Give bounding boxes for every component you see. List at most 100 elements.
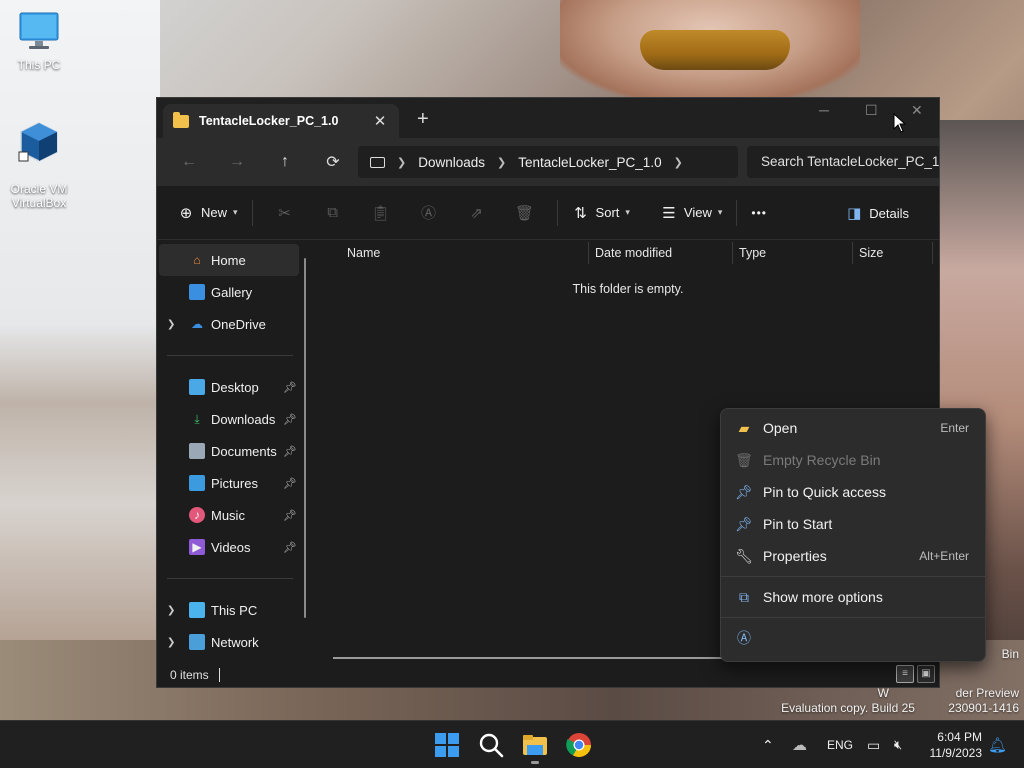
show-hidden-icons-button[interactable]: ⌃ — [762, 721, 774, 768]
volume-tray-icon[interactable]: 🔇︎ — [894, 721, 902, 768]
sidebar-item-desktop[interactable]: Desktop 📌︎ — [157, 371, 307, 403]
rename-icon[interactable]: Ⓐ — [405, 202, 453, 223]
sidebar-item-videos[interactable]: ▶ Videos 📌︎ — [157, 531, 307, 563]
chevron-right-icon[interactable]: ❯ — [674, 156, 683, 169]
forward-button[interactable]: → — [217, 146, 257, 178]
this-pc-icon[interactable] — [370, 156, 385, 168]
notifications-button[interactable]: 🔔︎ — [988, 721, 1007, 768]
details-button[interactable]: ◨ Details — [839, 197, 915, 229]
refresh-button[interactable]: ⟳ — [313, 146, 353, 178]
copy-icon[interactable]: ⧉ — [309, 204, 357, 221]
documents-icon — [189, 443, 205, 459]
column-divider[interactable] — [732, 242, 733, 264]
start-button[interactable] — [433, 731, 461, 759]
details-view-icon[interactable]: ≡ — [896, 665, 914, 683]
wrench-icon: 🔧︎ — [735, 547, 753, 564]
sidebar-item-label: This PC — [211, 602, 258, 618]
menu-item-label: Empty Recycle Bin — [763, 452, 881, 468]
tab-close-icon[interactable]: ✕ — [371, 112, 389, 130]
language-indicator[interactable]: ENG — [827, 721, 853, 768]
menu-item-open[interactable]: ▰ Open Enter — [721, 412, 985, 444]
network-tray-icon[interactable]: ▭ — [867, 721, 880, 768]
maximize-button[interactable]: ☐ — [865, 102, 878, 119]
status-bar: 0 items ≡ ▣ — [157, 663, 939, 687]
sidebar-item-label: Desktop — [211, 379, 259, 395]
sort-button[interactable]: ⇅ Sort ▾ — [566, 197, 636, 229]
chevron-right-icon[interactable]: ❯ — [397, 156, 406, 169]
cloud-offline-icon: ☁ — [792, 737, 807, 754]
tab-tentaclelocker[interactable]: TentacleLocker_PC_1.0 ✕ — [163, 104, 399, 138]
new-button[interactable]: ⊕ New ▾ — [171, 197, 244, 229]
more-options-button[interactable]: ••• — [745, 197, 773, 229]
title-bar[interactable]: TentacleLocker_PC_1.0 ✕ + ─ ☐ ✕ — [157, 98, 939, 138]
horizontal-scrollbar[interactable] — [333, 657, 733, 659]
cut-icon[interactable]: ✂ — [261, 204, 309, 222]
menu-item-rename-icon-row[interactable]: Ⓐ — [721, 622, 985, 654]
menu-item-pin-to-start[interactable]: 📌︎ Pin to Start — [721, 508, 985, 540]
home-icon: ⌂ — [193, 253, 201, 267]
running-indicator — [531, 761, 539, 764]
breadcrumb-tentaclelocker[interactable]: TentacleLocker_PC_1.0 — [518, 155, 661, 170]
view-button[interactable]: ☰ View ▾ — [654, 197, 728, 229]
desktop-icon-virtualbox[interactable]: Oracle VM VirtualBox — [1, 106, 77, 210]
clock[interactable]: 6:04 PM 11/9/2023 — [930, 729, 983, 761]
chevron-right-icon[interactable]: ❯ — [167, 637, 175, 648]
delete-icon[interactable]: 🗑︎ — [501, 204, 549, 222]
sidebar-scrollbar[interactable] — [304, 258, 306, 618]
column-divider[interactable] — [852, 242, 853, 264]
plus-circle-icon: ⊕ — [179, 204, 193, 222]
more-options-icon: ⧉ — [739, 588, 749, 605]
clock-time: 6:04 PM — [937, 730, 982, 744]
column-size[interactable]: Size — [859, 246, 883, 260]
column-divider[interactable] — [932, 242, 933, 264]
chevron-right-icon[interactable]: ❯ — [497, 156, 506, 169]
menu-divider — [721, 617, 985, 618]
sidebar-item-pictures[interactable]: Pictures 📌︎ — [157, 467, 307, 499]
chrome-icon[interactable] — [565, 731, 593, 759]
sidebar-item-this-pc[interactable]: ❯ This PC — [157, 594, 307, 626]
rename-icon[interactable]: Ⓐ — [735, 628, 753, 648]
column-date-modified[interactable]: Date modified — [595, 246, 672, 260]
chevron-right-icon[interactable]: ❯ — [167, 605, 175, 616]
sidebar-item-downloads[interactable]: ⤓ Downloads 📌︎ — [157, 403, 307, 435]
new-tab-button[interactable]: + — [417, 108, 429, 131]
view-label: View — [683, 205, 712, 220]
details-label: Details — [869, 205, 909, 221]
sidebar-item-documents[interactable]: Documents 📌︎ — [157, 435, 307, 467]
large-icons-view-icon[interactable]: ▣ — [917, 665, 935, 683]
sidebar-item-music[interactable]: ♪ Music 📌︎ — [157, 499, 307, 531]
chevron-right-icon[interactable]: ❯ — [167, 319, 175, 330]
breadcrumb[interactable]: ❯ Downloads ❯ TentacleLocker_PC_1.0 ❯ — [358, 146, 738, 178]
sidebar-item-gallery[interactable]: Gallery — [157, 276, 307, 308]
bell-icon: 🔔︎ — [988, 737, 1008, 754]
sidebar-item-onedrive[interactable]: ❯ ☁ OneDrive — [157, 308, 307, 340]
pin-icon: 📌︎ — [283, 445, 297, 458]
language-label: ENG — [827, 738, 854, 752]
recycle-bin-label: Bin — [1001, 647, 1019, 661]
desktop-icon-label: This PC — [17, 58, 61, 72]
column-divider[interactable] — [588, 242, 589, 264]
close-button[interactable]: ✕ — [911, 102, 923, 119]
sidebar-item-network[interactable]: ❯ Network — [157, 626, 307, 658]
menu-item-empty-recycle-bin[interactable]: 🗑︎ Empty Recycle Bin — [721, 444, 985, 476]
paste-icon[interactable]: 📋︎ — [357, 204, 405, 222]
share-icon[interactable]: ⇗ — [453, 204, 501, 222]
watermark-line-2: Evaluation copy. Build 25 230901-1416 — [781, 701, 1019, 715]
column-type[interactable]: Type — [739, 246, 766, 260]
back-button[interactable]: ← — [169, 146, 209, 178]
onedrive-tray-icon[interactable]: ☁ — [792, 721, 807, 768]
search-icon[interactable] — [477, 731, 505, 759]
pin-icon: 📌︎ — [283, 413, 297, 426]
file-explorer-icon[interactable] — [521, 731, 549, 759]
sidebar-item-home[interactable]: ⌂ Home — [159, 244, 299, 276]
menu-item-pin-quick-access[interactable]: 📌︎ Pin to Quick access — [721, 476, 985, 508]
minimize-button[interactable]: ─ — [819, 102, 829, 118]
menu-item-show-more-options[interactable]: ⧉ Show more options — [721, 581, 985, 613]
desktop-icon-this-pc[interactable]: This PC — [1, 10, 77, 72]
column-name[interactable]: Name — [347, 246, 380, 260]
up-button[interactable]: ↑ — [265, 146, 305, 178]
menu-shortcut: Enter — [940, 421, 969, 435]
breadcrumb-downloads[interactable]: Downloads — [418, 155, 485, 170]
menu-item-properties[interactable]: 🔧︎ Properties Alt+Enter — [721, 540, 985, 572]
search-input[interactable]: Search TentacleLocker_PC_1.0 — [747, 146, 939, 178]
